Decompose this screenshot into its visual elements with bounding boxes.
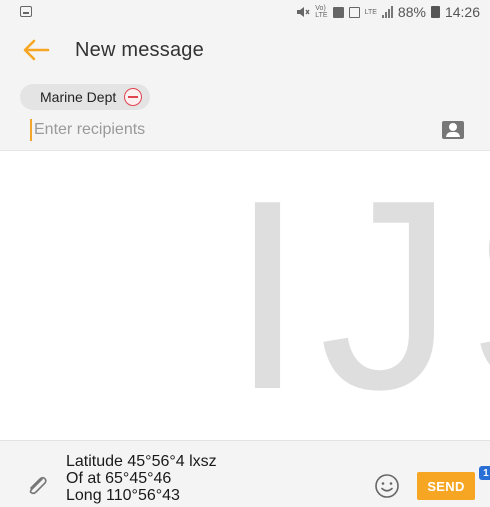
signal-strength-icon [381, 6, 393, 18]
message-input[interactable]: Latitude 45°56°4 lxsz Of at 65°45°46 Lon… [66, 453, 217, 504]
volte-icon: Vo) LTE [315, 5, 328, 19]
recipient-chip[interactable]: Marine Dept [20, 84, 151, 110]
clock: 14:26 [444, 4, 480, 20]
send-button[interactable]: SEND 1 [417, 466, 490, 500]
lte-icon: LTE [364, 8, 377, 16]
contact-card-icon[interactable] [442, 121, 464, 139]
mute-icon [297, 7, 310, 17]
app-bar: New message [0, 26, 490, 74]
battery-percent: 88% [397, 4, 426, 20]
arrow-left-icon[interactable] [22, 38, 50, 62]
conversation-area: IJS [0, 151, 490, 440]
smiley-icon[interactable] [374, 473, 400, 499]
composer-bar: Latitude 45°56°4 lxsz Of at 65°45°46 Lon… [0, 440, 490, 507]
signal-box-icon [348, 6, 360, 18]
recipients-input[interactable] [30, 119, 414, 141]
remove-recipient-icon[interactable] [124, 88, 143, 106]
battery-icon [430, 6, 440, 18]
recipients-panel: Marine Dept [0, 74, 490, 151]
status-icons: Vo) LTE LTE 88% 14:26 [296, 4, 480, 20]
paperclip-icon[interactable] [26, 475, 48, 495]
send-button-label: SEND [427, 478, 465, 494]
sim-icon [332, 6, 344, 18]
sim-badge: 1 [479, 466, 490, 480]
page-title: New message [75, 39, 204, 61]
status-bar: Vo) LTE LTE 88% 14:26 [0, 0, 490, 26]
watermark: IJS [230, 151, 490, 440]
gallery-notification-icon [20, 6, 32, 17]
recipient-chip-label: Marine Dept [40, 89, 117, 105]
